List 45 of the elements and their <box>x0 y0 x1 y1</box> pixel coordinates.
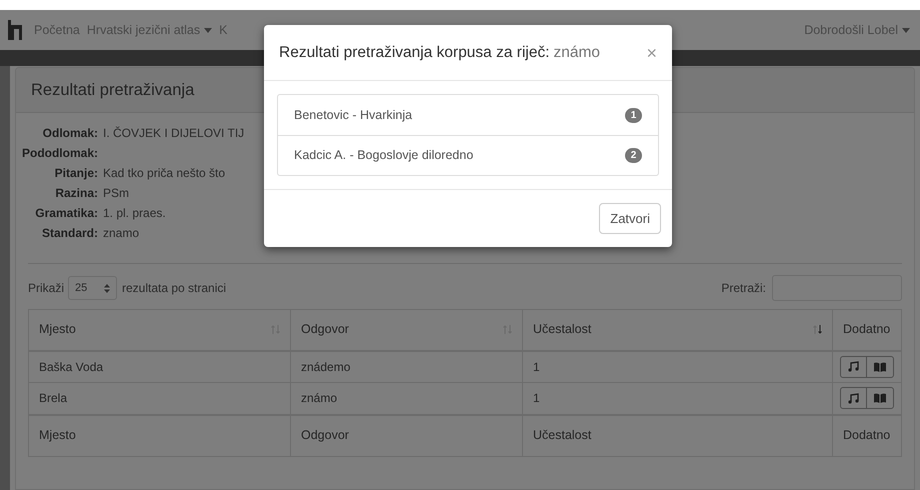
detail-label: Razina: <box>54 185 98 202</box>
detail-value: Kad tko priča nešto što <box>103 165 226 182</box>
music-note-icon <box>848 392 859 404</box>
column-footer: Dodatno <box>832 414 902 456</box>
length-label: rezultata po stranici <box>122 280 226 297</box>
length-label: Prikaži <box>28 280 64 297</box>
detail-label: Pododlomak: <box>20 145 98 162</box>
column-footer: Mjesto <box>28 414 290 456</box>
column-header[interactable]: Odgovor <box>290 310 522 350</box>
detail-value: 1. pl. praes. <box>103 205 167 222</box>
music-note-icon <box>848 361 859 372</box>
page-length-select[interactable]: 25 <box>68 276 118 300</box>
detail-label: Odlomak: <box>42 125 98 142</box>
detail-value: znamo <box>103 225 140 242</box>
table-cell: Baška Voda <box>28 350 290 382</box>
book-icon <box>874 362 886 372</box>
card-title: Rezultati pretraživanja <box>31 80 194 101</box>
count-badge: 1 <box>625 108 642 122</box>
dialog-title: Rezultati pretraživanja korpusa za riječ: <box>279 44 550 61</box>
close-button[interactable]: × <box>646 44 657 62</box>
detail-label: Standard: <box>40 225 98 242</box>
column-header[interactable]: Mjesto <box>28 310 290 350</box>
search-label: Pretraži: <box>721 280 766 297</box>
column-footer: Učestalost <box>522 414 832 456</box>
column-footer: Odgovor <box>290 414 522 456</box>
caret-icon <box>204 28 212 32</box>
updown-icon <box>104 284 110 292</box>
table-cell: 1 <box>522 350 832 382</box>
detail-value: I. ČOVJEK I DIJELOVI TIJ <box>103 125 244 142</box>
logo-icon[interactable] <box>8 20 22 40</box>
count-badge: 2 <box>625 148 642 163</box>
search-word: známo <box>554 44 600 61</box>
result-item[interactable]: Kadcic A. - Bogoslovje diloredno 2 <box>278 135 658 175</box>
detail-label: Gramatika: <box>34 205 98 222</box>
sort-icon[interactable] <box>813 325 822 334</box>
table-cell: Brela <box>28 382 290 414</box>
column-header[interactable]: Dodatno <box>832 310 902 350</box>
detail-value: PSm <box>103 185 130 202</box>
book-icon <box>874 393 886 404</box>
column-header[interactable]: Učestalost <box>522 310 832 350</box>
close-dialog-button[interactable]: Zatvori <box>599 203 661 234</box>
detail-label: Pitanje: <box>54 165 98 182</box>
table-cell: znádemo <box>290 350 522 382</box>
result-item[interactable]: Benetovic - Hvarkinja 1 <box>278 95 658 135</box>
caret-icon <box>902 28 910 32</box>
